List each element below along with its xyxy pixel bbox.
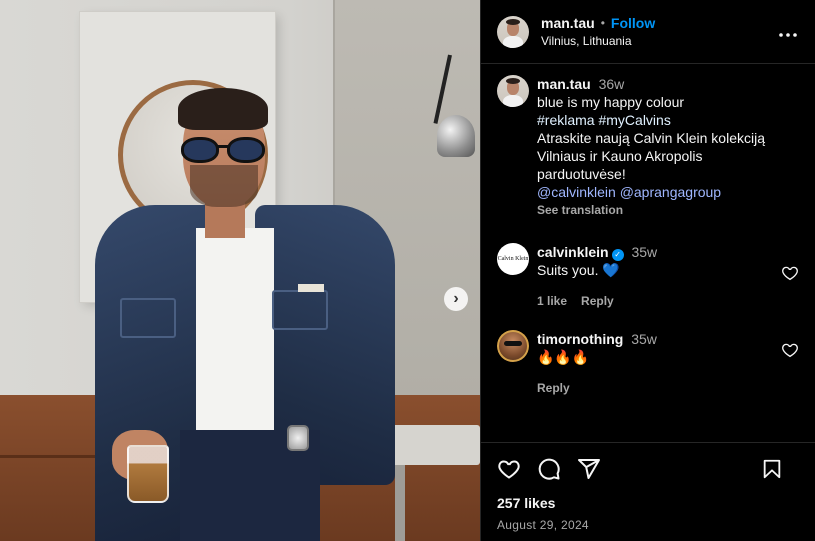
post-actions: 257 likes August 29, 2024 <box>481 442 815 541</box>
jacket-pocket <box>272 290 328 330</box>
comment-text: 🔥🔥🔥 <box>537 349 590 365</box>
avatar-logo-text: Calvin Klein <box>497 256 529 262</box>
timornothing-avatar[interactable] <box>497 330 529 362</box>
drink-glass <box>127 445 169 503</box>
caption-text-2: Atraskite naują Calvin Klein kolekciją V… <box>537 130 765 182</box>
post-header: man.tau • Follow Vilnius, Lithuania <box>481 0 815 64</box>
likes-count[interactable]: 257 likes <box>497 495 799 511</box>
comment-username[interactable]: timornothing <box>537 331 623 347</box>
comment-username[interactable]: calvinklein <box>537 244 609 260</box>
more-horizontal-icon <box>779 33 797 37</box>
author-username[interactable]: man.tau <box>541 15 595 31</box>
reply-button[interactable]: Reply <box>537 379 570 397</box>
post-photo[interactable]: › <box>0 0 480 541</box>
comment-time: 35w <box>631 244 658 260</box>
beard <box>190 165 258 207</box>
heart-icon[interactable] <box>497 457 521 481</box>
action-bar <box>497 443 799 495</box>
jacket-pocket <box>120 298 176 338</box>
hair <box>178 88 268 130</box>
author-avatar[interactable] <box>497 15 529 48</box>
follow-button[interactable]: Follow <box>611 15 655 31</box>
author-avatar[interactable] <box>497 75 529 107</box>
comment-icon[interactable] <box>537 457 561 481</box>
share-icon[interactable] <box>577 457 601 481</box>
comment-likes[interactable]: 1 like <box>537 292 567 310</box>
chevron-right-icon: › <box>453 290 459 307</box>
post-date[interactable]: August 29, 2024 <box>497 518 799 532</box>
post-location[interactable]: Vilnius, Lithuania <box>541 34 655 48</box>
caption-username[interactable]: man.tau <box>537 76 591 92</box>
comment: timornothing 35w 🔥🔥🔥 Reply <box>497 330 799 397</box>
comment: Calvin Klein calvinklein ✓ 35w Suits you.… <box>497 243 799 310</box>
see-translation-link[interactable]: See translation <box>537 201 782 219</box>
separator-dot: • <box>600 16 605 30</box>
caption-hashtags[interactable]: #reklama #myCalvins <box>537 111 782 129</box>
more-options-button[interactable] <box>779 21 797 41</box>
post-sidebar: man.tau • Follow Vilnius, Lithuania man.… <box>480 0 815 541</box>
reply-button[interactable]: Reply <box>581 292 614 310</box>
wristwatch <box>287 425 309 451</box>
verified-badge-icon: ✓ <box>611 249 624 261</box>
white-tshirt <box>196 228 274 438</box>
comments-list[interactable]: man.tau 36w blue is my happy colour #rek… <box>481 65 815 441</box>
like-comment-heart-icon[interactable] <box>781 264 799 282</box>
calvinklein-avatar[interactable]: Calvin Klein <box>497 243 529 275</box>
author-info: man.tau • Follow Vilnius, Lithuania <box>541 15 655 48</box>
caption-mentions[interactable]: @calvinklein @aprangagroup <box>537 183 782 201</box>
next-photo-button[interactable]: › <box>444 287 468 311</box>
bookmark-icon[interactable] <box>761 458 783 480</box>
comment-time: 35w <box>631 331 657 347</box>
table-leg <box>395 465 405 541</box>
wall-lamp <box>437 115 475 157</box>
sunglasses <box>181 137 267 163</box>
comment-text: Suits you. 💙 <box>537 262 620 278</box>
caption-time: 36w <box>598 76 625 92</box>
like-comment-heart-icon[interactable] <box>781 341 799 359</box>
jacket-tag <box>298 284 324 292</box>
caption-text: blue is my happy colour <box>537 94 685 110</box>
caption: man.tau 36w blue is my happy colour #rek… <box>497 75 799 219</box>
